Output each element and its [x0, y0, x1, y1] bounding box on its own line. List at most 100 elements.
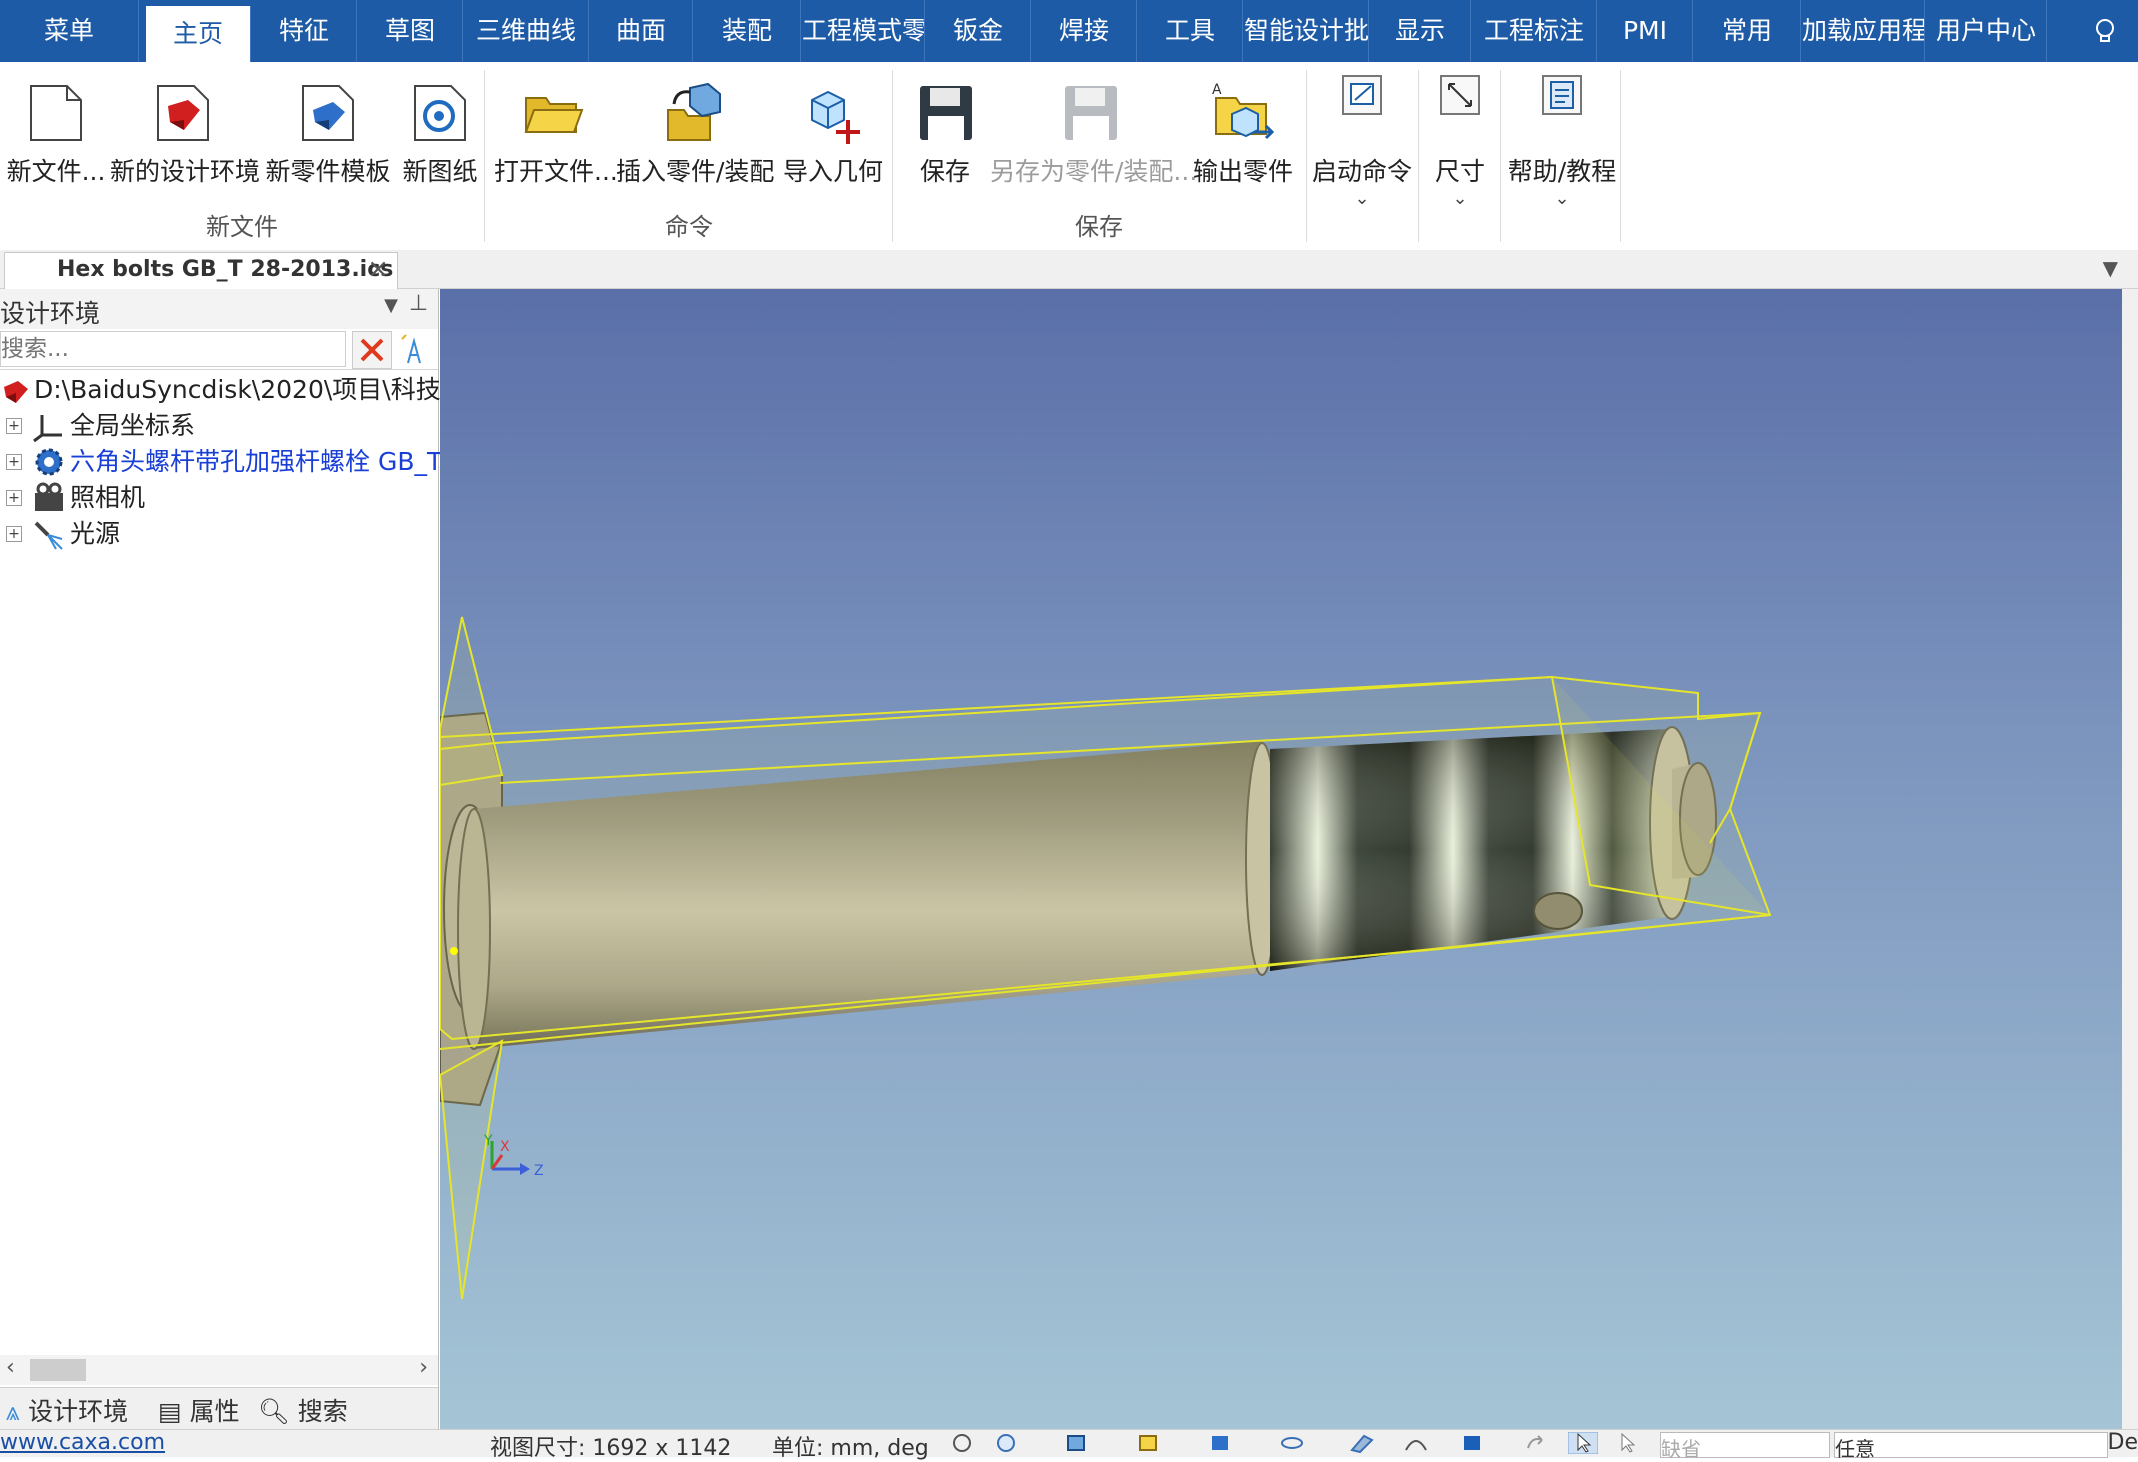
render-mode-icon[interactable] [950, 1432, 974, 1454]
expand-icon[interactable]: + [6, 454, 22, 470]
expand-icon[interactable]: + [6, 418, 22, 434]
menu-tab-common[interactable]: 常用 [1694, 0, 1801, 62]
group-label-new-file: 新文件 [206, 213, 278, 241]
search-icon: 🔍︎ [258, 1397, 290, 1426]
design-environment-icon [4, 381, 28, 403]
tree-root-item[interactable]: D:\BaiduSyncdisk\2020\项目\科技部 [0, 373, 466, 407]
document-tab-bar: Hex bolts GB_T 28-2013.ics × ▼ [0, 250, 2138, 289]
redo-arrow-icon[interactable] [1524, 1432, 1548, 1454]
select-pointer-icon[interactable] [1568, 1432, 1598, 1454]
lightbulb-icon[interactable] [2090, 16, 2120, 46]
panel-header: 设计环境 ▼ ⊥ [0, 289, 438, 329]
part-template-icon [302, 85, 354, 141]
tab-search[interactable]: 🔍︎ 搜索 [258, 1392, 348, 1428]
open-file-label: 打开文件... [494, 157, 618, 186]
caxa-website-link[interactable]: www.caxa.com [0, 1430, 165, 1455]
new-drawing-label: 新图纸 [402, 157, 478, 186]
horizontal-scrollbar[interactable]: ‹ › [0, 1355, 438, 1385]
filter-combo-default[interactable]: 缺省 [1660, 1432, 1830, 1461]
menu-tab-sheet-metal[interactable]: 钣金 [926, 0, 1031, 62]
menu-tab-home[interactable]: 主页 [146, 6, 251, 62]
menu-bar: 菜单 主页 特征 草图 三维曲线 曲面 装配 工程模式零 钣金 焊接 工具 智能… [0, 0, 2138, 62]
clear-search-button[interactable] [352, 331, 392, 369]
menu-tab-3d-curve[interactable]: 三维曲线 [464, 0, 589, 62]
tab-label: 搜索 [297, 1397, 348, 1426]
menu-tab-welding[interactable]: 焊接 [1032, 0, 1137, 62]
expand-icon[interactable]: + [6, 526, 22, 542]
launch-command-label: 启动命令 [1311, 157, 1412, 186]
tree-search-input[interactable] [0, 331, 346, 367]
pin-icon[interactable]: ⊥ [409, 291, 428, 316]
document-tab-title: Hex bolts GB_T 28-2013.ics [57, 257, 394, 282]
chevron-down-icon: ⌄ [1354, 188, 1370, 209]
import-geometry-icon [811, 90, 860, 144]
section-plane-icon[interactable] [1350, 1432, 1374, 1454]
panel-menu-dropdown-icon[interactable]: ▼ [384, 295, 398, 316]
menu-tab-engineering-mode[interactable]: 工程模式零 [802, 0, 925, 62]
new-file-icon [30, 85, 82, 141]
filter-combo-value: 任意 [1835, 1437, 1875, 1461]
launch-command-icon [1342, 75, 1382, 115]
tree-root-label: D:\BaiduSyncdisk\2020\项目\科技部 [34, 375, 466, 404]
menu-tab-annotation[interactable]: 工程标注 [1472, 0, 1597, 62]
red-x-icon [360, 338, 384, 362]
ribbon: 新文件... 新的设计环境 新零件模板 新图纸 新文件 打开文件... 插入零件… [0, 62, 2138, 251]
import-geometry-label: 导入几何 [782, 157, 883, 186]
tree-item-bolt-part[interactable]: + 六角头螺杆带孔加强杆螺栓 GB_T 2 [0, 445, 466, 479]
group-separator [1306, 70, 1307, 242]
menu-item-main-menu[interactable]: 菜单 [0, 0, 139, 62]
dimension-icon [1440, 75, 1480, 115]
view-cube-icon[interactable] [1064, 1432, 1088, 1454]
menu-tab-sketch[interactable]: 草图 [358, 0, 463, 62]
close-icon[interactable]: × [367, 254, 389, 284]
svg-text:A: A [1212, 82, 1222, 98]
display-mode-icon[interactable] [1136, 1432, 1160, 1454]
design-environment-icon [157, 85, 209, 141]
scroll-right-icon[interactable]: › [419, 1355, 428, 1380]
menu-tab-pmi[interactable]: PMI [1598, 0, 1693, 62]
group-label-commands: 命令 [665, 213, 713, 241]
save-as-disk-icon [1065, 86, 1117, 140]
expand-icon[interactable]: + [6, 490, 22, 506]
view-sphere-icon[interactable] [994, 1432, 1018, 1454]
curve-tool-icon[interactable] [1404, 1432, 1428, 1454]
export-part-icon: A [1212, 82, 1275, 140]
pivot-point-marker [450, 947, 458, 955]
3d-viewport[interactable]: Y X Z [440, 289, 2138, 1429]
new-file-label: 新文件... [6, 157, 106, 186]
filter-combo-any[interactable]: 任意 [1834, 1432, 2108, 1461]
axis-label-x: X [500, 1139, 510, 1155]
menu-tab-addins[interactable]: 加载应用程 [1802, 0, 1925, 62]
new-part-template-label: 新零件模板 [265, 157, 391, 186]
scroll-left-icon[interactable]: ‹ [6, 1355, 15, 1380]
tab-list-dropdown-icon[interactable]: ▼ [2103, 256, 2118, 280]
group-label-save: 保存 [1075, 213, 1123, 241]
document-tab[interactable]: Hex bolts GB_T 28-2013.ics × [4, 252, 398, 289]
coordinate-system-icon [33, 415, 62, 443]
menu-tab-assembly[interactable]: 装配 [694, 0, 801, 62]
menu-tab-smart-design[interactable]: 智能设计批 [1244, 0, 1369, 62]
scrollbar-thumb[interactable] [30, 1359, 86, 1381]
tab-properties[interactable]: ▤ 属性 [158, 1392, 240, 1428]
search-options-icon[interactable] [398, 333, 430, 367]
bolt-model-render[interactable]: Y X Z [440, 289, 2122, 1429]
axis-label-z: Z [534, 1163, 544, 1179]
unit-readout[interactable]: 单位: mm, deg [772, 1430, 929, 1462]
menu-tab-tools[interactable]: 工具 [1138, 0, 1243, 62]
chevron-down-icon: ⌄ [1554, 188, 1570, 209]
tree-item-camera[interactable]: + 照相机 [0, 481, 438, 515]
menu-tab-display[interactable]: 显示 [1370, 0, 1471, 62]
orbit-icon[interactable] [1280, 1432, 1304, 1454]
menu-tab-features[interactable]: 特征 [252, 0, 357, 62]
pointer-mode-icon[interactable] [1616, 1432, 1640, 1454]
menu-tab-user-center[interactable]: 用户中心 [1926, 0, 2047, 62]
tab-design-environment[interactable]: ⩓ 设计环境 [6, 1392, 128, 1428]
menu-tab-surface[interactable]: 曲面 [590, 0, 693, 62]
tree-item-light-source[interactable]: + 光源 [0, 517, 438, 551]
design-environment-tab-icon: ⩓ [6, 1397, 21, 1426]
solid-cube-icon[interactable] [1460, 1432, 1484, 1454]
viewport-vertical-scrollbar[interactable] [2122, 289, 2138, 1429]
insert-part-assembly-label: 插入零件/装配 [616, 157, 775, 186]
tree-item-global-coordinates[interactable]: + 全局坐标系 [0, 409, 438, 443]
shade-mode-icon[interactable] [1208, 1432, 1232, 1454]
